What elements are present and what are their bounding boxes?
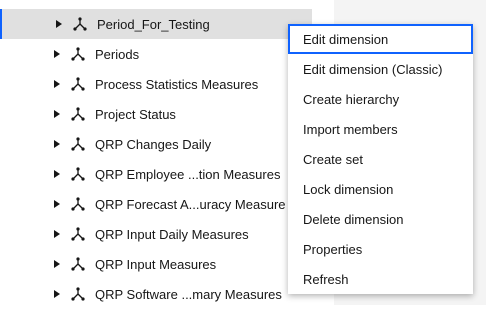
tree-row-qrp-input-measures[interactable]: QRP Input Measures — [0, 249, 312, 279]
menu-item-edit-dimension-classic[interactable]: Edit dimension (Classic) — [288, 54, 473, 84]
dimension-icon — [71, 137, 85, 151]
menu-item-import-members[interactable]: Import members — [288, 114, 473, 144]
tree-item-label: QRP Changes Daily — [95, 136, 212, 152]
caret-right-icon[interactable] — [53, 259, 61, 269]
tree-row-qrp-changes-daily[interactable]: QRP Changes Daily — [0, 129, 312, 159]
tree-row-periods[interactable]: Periods — [0, 39, 312, 69]
dimension-icon — [71, 107, 85, 121]
caret-right-icon[interactable] — [53, 79, 61, 89]
dimension-icon — [71, 287, 85, 301]
menu-item-properties[interactable]: Properties — [288, 234, 473, 264]
tree-row-qrp-employee-measures[interactable]: QRP Employee ...tion Measures — [0, 159, 312, 189]
tree-row-period-for-testing[interactable]: Period_For_Testing — [0, 9, 312, 39]
menu-item-create-set[interactable]: Create set — [288, 144, 473, 174]
tree-item-label: Period_For_Testing — [97, 16, 210, 32]
caret-right-icon[interactable] — [53, 229, 61, 239]
tree-item-label: QRP Forecast A...uracy Measure — [95, 196, 286, 212]
tree-item-label: Process Statistics Measures — [95, 76, 259, 92]
caret-right-icon[interactable] — [53, 199, 61, 209]
dimension-icon — [71, 47, 85, 61]
dimension-icon — [71, 227, 85, 241]
caret-right-icon[interactable] — [53, 109, 61, 119]
caret-right-icon[interactable] — [53, 169, 61, 179]
menu-item-create-hierarchy[interactable]: Create hierarchy — [288, 84, 473, 114]
dimension-icon — [73, 17, 87, 31]
tree-item-label: QRP Employee ...tion Measures — [95, 166, 281, 182]
tree-row-process-statistics-measures[interactable]: Process Statistics Measures — [0, 69, 312, 99]
dimension-icon — [71, 197, 85, 211]
caret-right-icon[interactable] — [55, 19, 63, 29]
dimension-icon — [71, 257, 85, 271]
tree-item-label: QRP Input Measures — [95, 256, 217, 272]
tree-row-qrp-input-daily-measures[interactable]: QRP Input Daily Measures — [0, 219, 312, 249]
tree-row-qrp-forecast-accuracy-measure[interactable]: QRP Forecast A...uracy Measure — [0, 189, 312, 219]
tree-item-label: QRP Software ...mary Measures — [95, 286, 282, 302]
tree-row-project-status[interactable]: Project Status — [0, 99, 312, 129]
menu-item-edit-dimension[interactable]: Edit dimension — [288, 24, 473, 54]
tree-item-label: QRP Input Daily Measures — [95, 226, 249, 242]
menu-item-delete-dimension[interactable]: Delete dimension — [288, 204, 473, 234]
menu-item-refresh[interactable]: Refresh — [288, 264, 473, 294]
context-menu: Edit dimension Edit dimension (Classic) … — [288, 24, 473, 294]
dimension-icon — [71, 77, 85, 91]
tree-item-label: Project Status — [95, 106, 176, 122]
caret-right-icon[interactable] — [53, 139, 61, 149]
dimension-tree: Period_For_Testing Periods Process Stati… — [0, 0, 312, 305]
dimension-icon — [71, 167, 85, 181]
caret-right-icon[interactable] — [53, 289, 61, 299]
caret-right-icon[interactable] — [53, 49, 61, 59]
menu-item-lock-dimension[interactable]: Lock dimension — [288, 174, 473, 204]
tree-item-label: Periods — [95, 46, 140, 62]
